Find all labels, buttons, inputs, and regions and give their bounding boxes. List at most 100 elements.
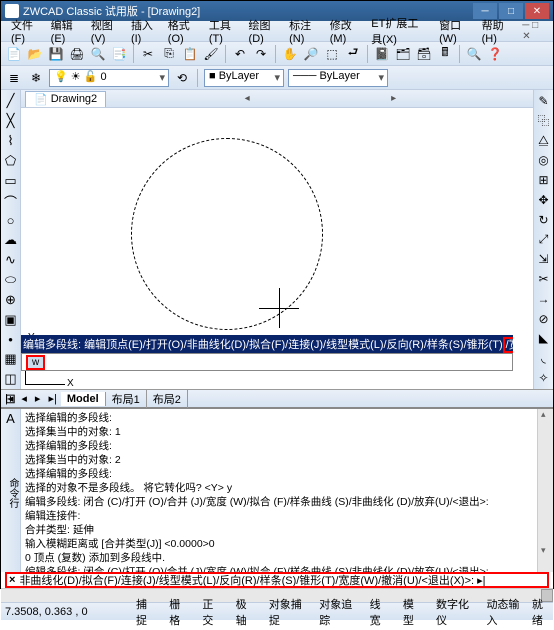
- menu-edit[interactable]: 编辑(E): [45, 15, 85, 47]
- redo-icon[interactable]: ↷: [252, 45, 270, 63]
- layer-manager-icon[interactable]: ≣: [5, 69, 23, 87]
- scale-icon[interactable]: ⤢: [535, 231, 553, 249]
- command-log-text[interactable]: 选择编辑的多段线: 选择集当中的对象: 1 选择编辑的多段线: 选择集当中的对象…: [21, 409, 537, 572]
- ortho-toggle[interactable]: 正交: [197, 594, 224, 630]
- chamfer-icon[interactable]: ◣: [535, 330, 553, 348]
- help-icon[interactable]: ❓: [486, 45, 504, 63]
- tab-nav-left-icon[interactable]: ◂: [242, 93, 253, 104]
- properties-icon[interactable]: 📓: [373, 45, 391, 63]
- offset-icon[interactable]: ◎: [535, 152, 553, 170]
- fillet-icon[interactable]: ◟: [535, 349, 553, 367]
- command-input-line[interactable]: × 非曲线化(D)/拟合(F)/连接(J)/线型模式(L)/反向(R)/样条(S…: [5, 572, 549, 588]
- hatch-icon[interactable]: ▦: [2, 350, 20, 368]
- command-input-overlay[interactable]: w: [21, 353, 513, 371]
- circle-icon[interactable]: ○: [2, 212, 20, 229]
- mdi-controls[interactable]: ─ □ ✕: [516, 18, 549, 44]
- menu-format[interactable]: 格式(O): [162, 15, 203, 47]
- cmdline-close-icon[interactable]: ×: [9, 574, 15, 586]
- menu-draw[interactable]: 绘图(D): [243, 15, 284, 47]
- insert-icon[interactable]: ⊕: [2, 291, 20, 309]
- model-toggle[interactable]: 模型: [398, 594, 425, 630]
- find-icon[interactable]: 🔍: [465, 45, 483, 63]
- tablet-toggle[interactable]: 数字化仪: [431, 594, 475, 630]
- array-icon[interactable]: ⊞: [535, 171, 553, 189]
- extend-icon[interactable]: →: [535, 290, 553, 308]
- copy2-icon[interactable]: ⿻: [535, 112, 553, 130]
- spline-icon[interactable]: ∿: [2, 251, 20, 269]
- menu-dim[interactable]: 标注(N): [283, 15, 324, 47]
- revcloud-icon[interactable]: ☁: [2, 231, 20, 249]
- zoom-rt-icon[interactable]: 🔎: [302, 45, 320, 63]
- menu-help[interactable]: 帮助(H): [476, 15, 517, 47]
- drawing-canvas[interactable]: Y X 编辑多段线: 编辑顶点(E)/打开(O)/非曲线化(D)/拟合(F)/连…: [21, 108, 533, 389]
- calc-icon[interactable]: 🖩: [436, 45, 454, 63]
- pan-icon[interactable]: ✋: [281, 45, 299, 63]
- menu-insert[interactable]: 插入(I): [125, 15, 162, 47]
- arc-icon[interactable]: ⌒: [2, 192, 20, 210]
- table-icon[interactable]: ⊞: [2, 390, 20, 408]
- break-icon[interactable]: ⊘: [535, 310, 553, 328]
- stretch-icon[interactable]: ⇲: [535, 250, 553, 268]
- undo-icon[interactable]: ↶: [231, 45, 249, 63]
- linetype-select[interactable]: ─── ByLayer: [288, 69, 388, 87]
- explode-icon[interactable]: ✧: [535, 369, 553, 387]
- tab-model[interactable]: Model: [61, 392, 106, 406]
- ellipse-icon[interactable]: ⬭: [2, 271, 20, 289]
- mirror-icon[interactable]: ⧋: [535, 132, 553, 150]
- line-icon[interactable]: ╱: [2, 92, 20, 110]
- region-icon[interactable]: ◫: [2, 370, 20, 388]
- layer-prev-icon[interactable]: ⟲: [173, 69, 191, 87]
- dyn-toggle[interactable]: 动态输入: [481, 594, 525, 630]
- grid-toggle[interactable]: 栅格: [164, 594, 191, 630]
- publish-icon[interactable]: 📑: [110, 45, 128, 63]
- close-button[interactable]: ✕: [525, 3, 549, 19]
- lwt-toggle[interactable]: 线宽: [365, 594, 392, 630]
- menu-file[interactable]: 文件(F): [5, 15, 45, 47]
- status-coordinates: 7.3508, 0.363 , 0: [5, 606, 125, 618]
- pline-icon[interactable]: ⌇: [2, 132, 20, 150]
- menu-modify[interactable]: 修改(M): [324, 15, 366, 47]
- paste-icon[interactable]: 📋: [181, 45, 199, 63]
- snap-toggle[interactable]: 捕捉: [131, 594, 158, 630]
- designcenter-icon[interactable]: 🗂: [394, 45, 412, 63]
- preview-icon[interactable]: 🔍: [89, 45, 107, 63]
- tab-layout1[interactable]: 布局1: [106, 390, 147, 408]
- open-icon[interactable]: 📂: [26, 45, 44, 63]
- tab-last-icon[interactable]: ▸|: [44, 392, 60, 405]
- copy-icon[interactable]: ⎘: [160, 45, 178, 63]
- document-tab[interactable]: 📄 Drawing2: [25, 91, 106, 107]
- toolpal-icon[interactable]: 🗃: [415, 45, 433, 63]
- block-icon[interactable]: ▣: [2, 311, 20, 329]
- menu-tools[interactable]: 工具(T): [203, 15, 243, 47]
- rectangle-icon[interactable]: ▭: [2, 172, 20, 190]
- command-log-title: 命令行: [1, 409, 21, 572]
- save-icon[interactable]: 💾: [47, 45, 65, 63]
- print-icon[interactable]: 🖨: [68, 45, 86, 63]
- zoom-prev-icon[interactable]: ⮐: [344, 45, 362, 63]
- text-icon[interactable]: A: [2, 410, 20, 427]
- tab-nav-right-icon[interactable]: ▸: [388, 93, 399, 104]
- new-icon[interactable]: 📄: [5, 45, 23, 63]
- xline-icon[interactable]: ╳: [2, 112, 20, 130]
- rotate-icon[interactable]: ↻: [535, 211, 553, 229]
- polygon-icon[interactable]: ⬠: [2, 152, 20, 170]
- trim-icon[interactable]: ✂: [535, 270, 553, 288]
- menu-window[interactable]: 窗口(W): [433, 15, 475, 47]
- log-scrollbar[interactable]: [537, 409, 553, 572]
- color-select[interactable]: ■ ByLayer: [204, 69, 284, 87]
- layer-state-icon[interactable]: ❄: [27, 69, 45, 87]
- point-icon[interactable]: •: [2, 331, 20, 348]
- polar-toggle[interactable]: 极轴: [231, 594, 258, 630]
- zoom-win-icon[interactable]: ⬚: [323, 45, 341, 63]
- tab-next-icon[interactable]: ▸: [31, 392, 45, 405]
- erase-icon[interactable]: ✎: [535, 92, 553, 110]
- tab-layout2[interactable]: 布局2: [147, 390, 188, 408]
- move-icon[interactable]: ✥: [535, 191, 553, 209]
- command-log-panel: 命令行 选择编辑的多段线: 选择集当中的对象: 1 选择编辑的多段线: 选择集当…: [1, 407, 553, 572]
- cut-icon[interactable]: ✂: [139, 45, 157, 63]
- osnap-toggle[interactable]: 对象捕捉: [264, 594, 308, 630]
- otrack-toggle[interactable]: 对象追踪: [314, 594, 358, 630]
- matchprop-icon[interactable]: 🖌: [202, 45, 220, 63]
- layer-select[interactable]: 💡 ☀ 🔓 0: [49, 69, 169, 87]
- menu-view[interactable]: 视图(V): [85, 15, 125, 47]
